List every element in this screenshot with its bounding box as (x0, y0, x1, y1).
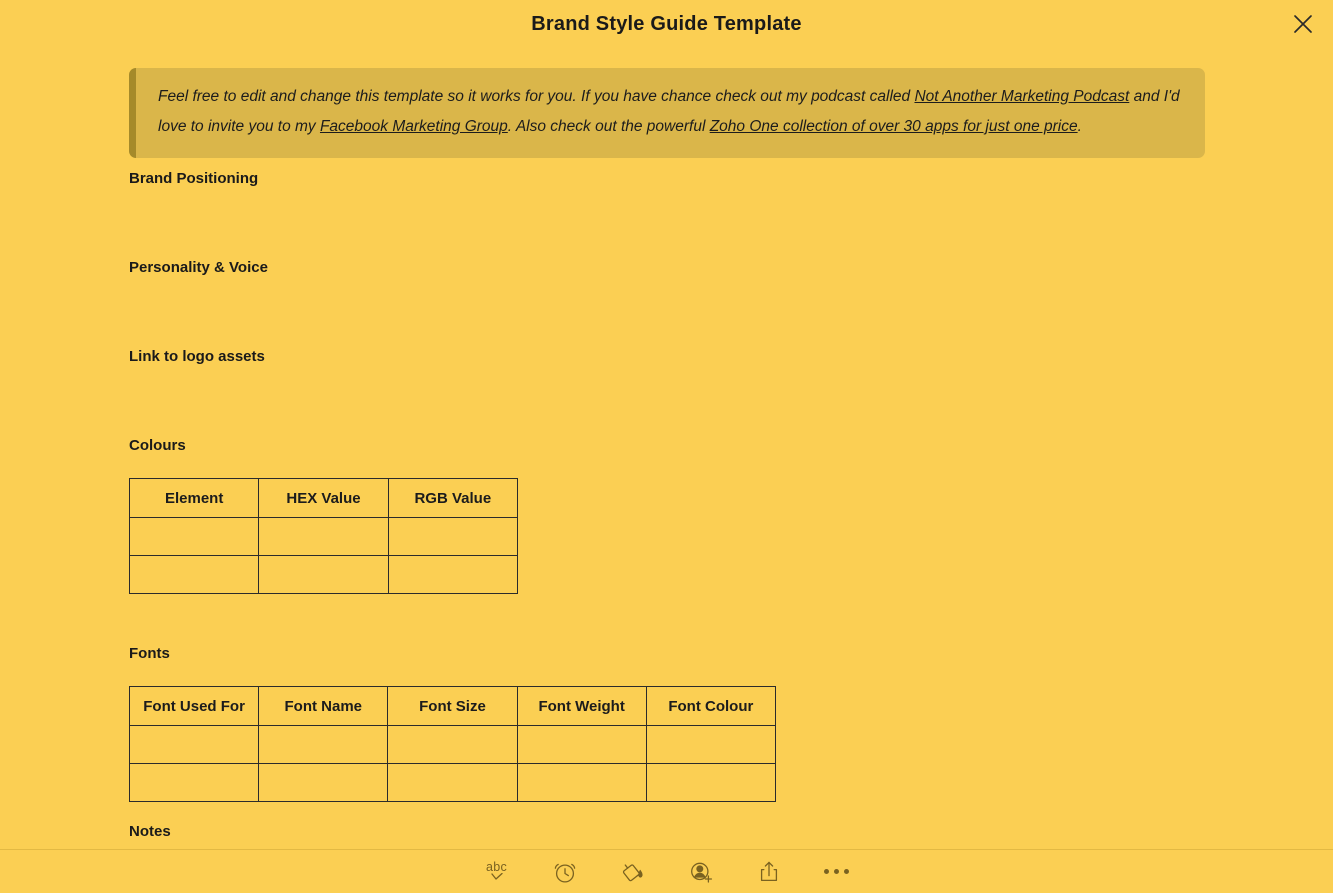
column-header-element: Element (128, 478, 260, 518)
table-cell[interactable] (516, 763, 647, 802)
table-cell[interactable] (645, 763, 776, 802)
callout-text: Feel free to edit and change this templa… (158, 82, 1183, 142)
column-header-rgb-value: RGB Value (387, 478, 518, 518)
heading-personality-voice: Personality & Voice (129, 259, 268, 276)
table-row[interactable] (128, 763, 776, 802)
table-cell[interactable] (258, 517, 389, 556)
dot (834, 869, 839, 874)
more-options-button[interactable] (814, 855, 860, 889)
table-cell[interactable] (387, 517, 518, 556)
dot (844, 869, 849, 874)
link-zoho-one-collection[interactable]: Zoho One collection of over 30 apps for … (710, 118, 1078, 135)
close-button[interactable] (1289, 10, 1317, 38)
page-title: Brand Style Guide Template (531, 12, 802, 35)
table-cell[interactable] (128, 763, 260, 802)
link-facebook-marketing-group[interactable]: Facebook Marketing Group (320, 118, 508, 135)
column-header-font-name: Font Name (258, 686, 389, 726)
table-row[interactable] (128, 517, 518, 556)
column-header-hex-value: HEX Value (258, 478, 389, 518)
table-cell[interactable] (128, 555, 260, 594)
heading-link-to-logo-assets: Link to logo assets (129, 348, 265, 365)
bottom-toolbar: abc (0, 849, 1333, 893)
spellcheck-button[interactable]: abc (474, 855, 520, 889)
table-cell[interactable] (128, 517, 260, 556)
heading-fonts: Fonts (129, 645, 170, 662)
table-row[interactable] (128, 725, 776, 764)
highlight-color-button[interactable] (610, 855, 656, 889)
table-header-row: Font Used For Font Name Font Size Font W… (128, 686, 776, 726)
column-header-font-weight: Font Weight (516, 686, 647, 726)
close-icon (1293, 14, 1313, 34)
dot (824, 869, 829, 874)
more-options-icon (824, 869, 849, 874)
column-header-font-used-for: Font Used For (128, 686, 260, 726)
link-not-another-marketing-podcast[interactable]: Not Another Marketing Podcast (914, 88, 1129, 105)
colours-table[interactable]: Element HEX Value RGB Value (128, 478, 518, 594)
table-cell[interactable] (258, 555, 389, 594)
add-person-icon (688, 859, 714, 885)
table-cell[interactable] (387, 725, 518, 764)
info-callout: Feel free to edit and change this templa… (129, 68, 1205, 158)
heading-colours: Colours (129, 437, 186, 454)
callout-text-part-4: . (1077, 118, 1082, 135)
callout-text-part-3: . Also check out the powerful (507, 118, 710, 135)
add-collaborator-button[interactable] (678, 855, 724, 889)
table-cell[interactable] (258, 763, 389, 802)
share-icon (756, 859, 782, 885)
table-cell[interactable] (258, 725, 389, 764)
table-header-row: Element HEX Value RGB Value (128, 478, 518, 518)
column-header-font-colour: Font Colour (645, 686, 776, 726)
column-header-font-size: Font Size (387, 686, 518, 726)
table-row[interactable] (128, 555, 518, 594)
document-canvas[interactable]: Feel free to edit and change this templa… (0, 48, 1333, 849)
heading-brand-positioning: Brand Positioning (129, 170, 259, 187)
fonts-table[interactable]: Font Used For Font Name Font Size Font W… (128, 686, 776, 802)
window-titlebar: Brand Style Guide Template (0, 0, 1333, 48)
spellcheck-label: abc (485, 860, 508, 874)
share-button[interactable] (746, 855, 792, 889)
callout-text-part-1: Feel free to edit and change this templa… (158, 88, 915, 105)
table-cell[interactable] (387, 763, 518, 802)
table-cell[interactable] (387, 555, 518, 594)
table-cell[interactable] (516, 725, 647, 764)
paint-bucket-icon (620, 859, 646, 885)
reminder-button[interactable] (542, 855, 588, 889)
table-cell[interactable] (128, 725, 260, 764)
heading-notes: Notes (129, 823, 171, 840)
table-cell[interactable] (645, 725, 776, 764)
spellcheck-icon: abc (485, 860, 508, 881)
alarm-clock-icon (552, 859, 578, 885)
